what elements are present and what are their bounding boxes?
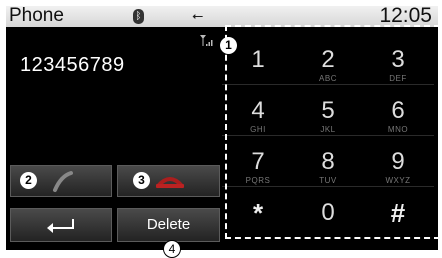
key-9[interactable]: 9 WXYZ [364,139,432,189]
key-star[interactable]: * [224,190,292,240]
key-letters: ABC [319,74,337,83]
key-0[interactable]: 0 [294,190,362,240]
key-letters: MNO [387,125,409,134]
key-7[interactable]: 7 PQRS [224,139,292,189]
key-digit: 2 [321,46,335,73]
page-title: Phone [9,6,64,26]
key-letters: DEF [389,74,407,83]
key-letters: GHI [250,125,266,134]
status-bar: Phone ᛒ ⭠ 12:05 [6,6,438,27]
key-digit: 5 [321,97,335,124]
key-8[interactable]: 8 TUV [294,139,362,189]
back-button[interactable] [10,208,112,242]
callout-2: 2 [20,172,37,189]
signal-strength-icon [200,35,213,46]
key-digit: 7 [251,148,265,175]
key-letters: TUV [319,176,337,185]
usb-icon: ⭠ [192,8,204,24]
back-arrow-icon [47,219,74,233]
callout-1: 1 [220,37,237,54]
callout-3: 3 [133,172,150,189]
key-4[interactable]: 4 GHI [224,88,292,138]
key-letters: WXYZ [385,176,411,185]
key-digit: * [252,198,264,228]
key-letters: PQRS [245,176,271,185]
key-6[interactable]: 6 MNO [364,88,432,138]
bluetooth-icon: ᛒ [133,9,144,24]
key-3[interactable]: 3 DEF [364,37,432,87]
keypad: 1 2 ABC 3 DEF 4 GHI 5 JKL 6 MNO 7 PQRS 8 TUV 9W… [222,32,434,242]
callout-4: 4 [163,240,181,258]
key-digit: 6 [391,97,405,124]
key-letters: JKL [320,125,336,134]
key-hash[interactable]: # [364,190,432,240]
clock: 12:05 [379,6,432,27]
key-digit: 3 [391,46,405,73]
key-digit: 8 [321,148,335,175]
key-digit: 9 [391,148,405,175]
key-digit: # [390,198,406,228]
key-digit: 0 [321,199,335,226]
key-2[interactable]: 2 ABC [294,37,362,87]
dialed-number: 123456789 [20,54,125,76]
delete-button[interactable]: Delete [117,208,220,242]
key-5[interactable]: 5 JKL [294,88,362,138]
key-digit: 4 [251,97,265,124]
